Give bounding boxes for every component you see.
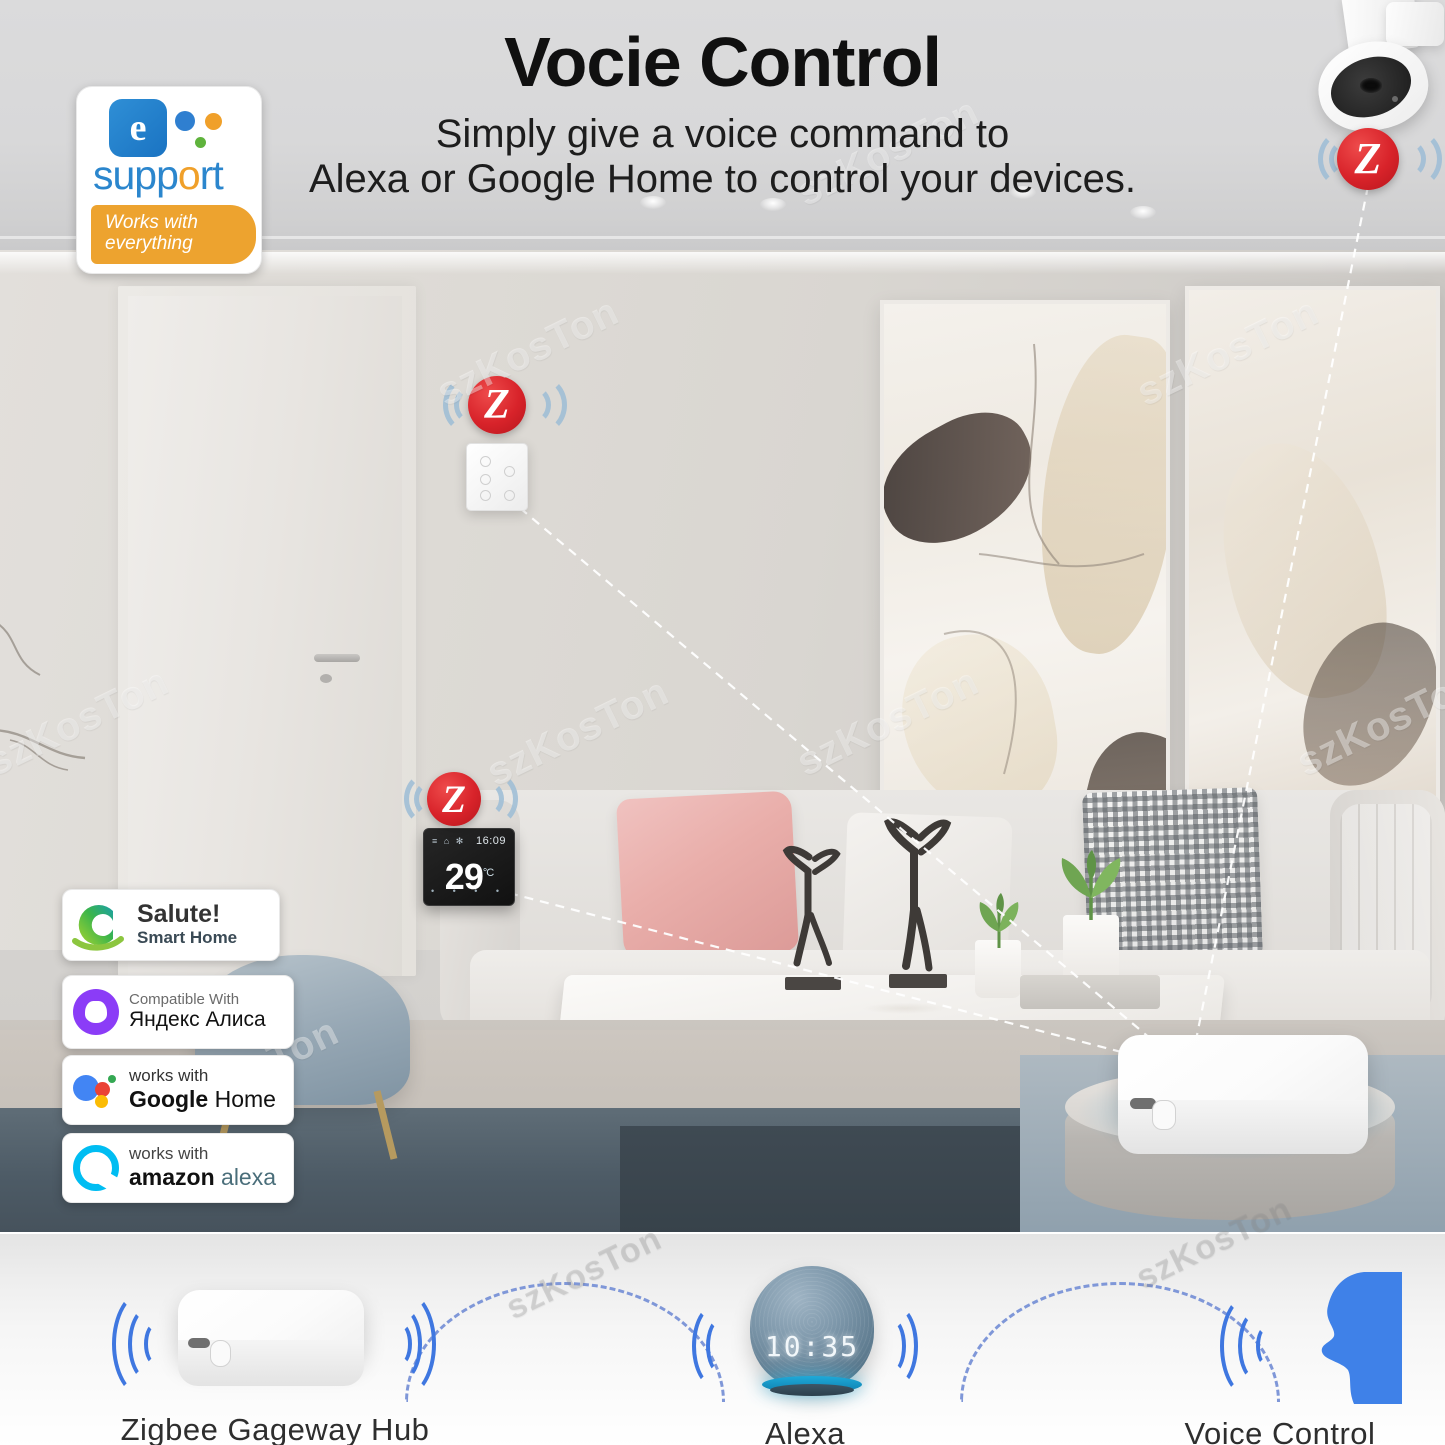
google-line-1: works with — [129, 1066, 209, 1086]
badge-yandex-alice: Compatible With Яндекс Алиса — [62, 975, 294, 1049]
thermostat-mode-icons: ≡ ⌂ ✻ — [432, 836, 466, 846]
alice-circle-icon — [73, 989, 119, 1035]
esupport-wordmark: support — [93, 155, 251, 196]
hub-reset-button[interactable] — [210, 1340, 231, 1367]
salute-line-1: Salute! — [137, 899, 221, 928]
banner-item-gateway: Zigbee Gageway Hub — [60, 1272, 490, 1445]
echo-base — [770, 1384, 854, 1396]
product-marketing-image: Z Z ≡ ⌂ ✻ 16:09 29°C • • • • Z szKosTon … — [0, 0, 1445, 1445]
speaking-head-icon — [1120, 1256, 1440, 1416]
alice-text: Compatible With Яндекс Алиса — [129, 990, 266, 1033]
esupport-tagline: Works with everything — [91, 205, 256, 264]
google-text: works with Google Home — [129, 1067, 276, 1112]
thermostat-time: 16:09 — [475, 835, 506, 847]
esupport-logo-row: e — [87, 99, 251, 157]
google-home-word: Home — [208, 1086, 276, 1113]
alice-line-1: Compatible With — [129, 990, 240, 1008]
bottom-flow-banner: Zigbee Gageway Hub 10:35 Alexa Voice Con… — [0, 1189, 1445, 1445]
thermostat-bottom-icons: • • • • — [430, 886, 508, 896]
hub-reset-button[interactable] — [1152, 1100, 1176, 1130]
alexa-line-2: amazon alexa — [129, 1164, 276, 1190]
esupport-word-part2: rt — [199, 152, 224, 198]
alexa-text: works with amazon alexa — [129, 1145, 276, 1190]
salute-line-2: Smart Home — [137, 927, 238, 947]
smart-wall-switch-panel[interactable] — [466, 443, 528, 511]
esupport-badge: e support Works with everything — [76, 86, 262, 274]
esupport-dots-icon — [173, 99, 231, 157]
ewelink-e-icon: e — [109, 99, 167, 157]
badge-amazon-alexa: works with amazon alexa — [62, 1133, 294, 1203]
google-assistant-dots-icon — [73, 1073, 119, 1108]
tagline-line-2: everything — [105, 233, 193, 255]
badge-google-home: works with Google Home — [62, 1055, 294, 1125]
salute-text: Salute! Smart Home — [137, 899, 238, 948]
head-silhouette — [1321, 1272, 1402, 1404]
smart-thermostat-panel[interactable]: ≡ ⌂ ✻ 16:09 29°C • • • • — [423, 828, 515, 906]
banner-item-voice: Voice Control — [1120, 1256, 1440, 1445]
echo-clock-display: 10:35 — [764, 1330, 860, 1364]
tagline-line-1: Works with — [105, 212, 198, 233]
esupport-e-letter: e — [129, 107, 147, 149]
alexa-line-1: works with — [129, 1144, 209, 1164]
google-line-2: Google Home — [129, 1086, 276, 1112]
esupport-word-part1: supp — [93, 152, 179, 198]
esupport-word-o: o — [177, 152, 201, 198]
thermostat-unit: °C — [482, 867, 494, 879]
echo-dot-icon: 10:35 — [610, 1256, 1000, 1416]
banner-label-alexa: Alexa — [764, 1416, 846, 1445]
banner-label-voice: Voice Control — [1184, 1416, 1376, 1445]
alexa-ring-icon — [73, 1145, 119, 1191]
zigbee-letter: Z — [442, 777, 466, 821]
amazon-brand: amazon — [129, 1164, 215, 1191]
salute-swirl-icon — [71, 899, 129, 951]
alice-inner-shape — [85, 1001, 107, 1023]
hub-device-icon — [60, 1272, 490, 1412]
banner-label-gateway: Zigbee Gageway Hub — [120, 1412, 430, 1445]
hub-usb-port-icon — [188, 1338, 210, 1348]
alexa-brand: alexa — [214, 1164, 277, 1191]
google-brand: Google — [129, 1086, 209, 1113]
zigbee-letter: Z — [484, 382, 510, 428]
banner-item-alexa: 10:35 Alexa — [610, 1256, 1000, 1445]
alice-line-2: Яндекс Алиса — [129, 1008, 266, 1032]
badge-salute-smart-home: Salute! Smart Home — [62, 889, 280, 961]
